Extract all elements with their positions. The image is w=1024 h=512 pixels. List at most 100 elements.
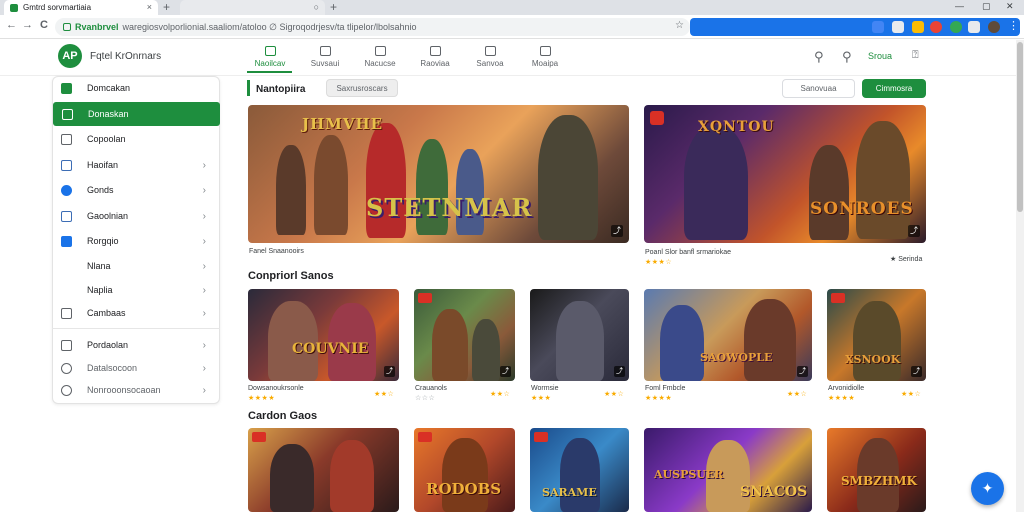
reload-icon[interactable]: C bbox=[40, 19, 48, 31]
browser-tab-2[interactable]: ○ bbox=[180, 0, 325, 15]
scrollbar-thumb[interactable] bbox=[1017, 42, 1023, 212]
game-card[interactable]: RODOBS bbox=[414, 428, 515, 512]
sidebar-item-3[interactable]: Copoolan bbox=[52, 128, 220, 150]
extension-icon-5[interactable] bbox=[950, 21, 962, 33]
character-figure bbox=[314, 135, 348, 235]
featured-banner-1[interactable]: JHMVHE STETNMAR ⤴ bbox=[248, 105, 629, 243]
character-figure bbox=[660, 305, 704, 381]
chevron-right-icon: › bbox=[202, 384, 206, 396]
tab-2[interactable]: Suvsaui bbox=[303, 46, 347, 68]
chevron-right-icon: › bbox=[202, 235, 206, 247]
share-icon[interactable]: ⤴ bbox=[500, 366, 511, 377]
profile-avatar[interactable] bbox=[988, 21, 1000, 33]
extension-icon-1[interactable] bbox=[872, 21, 884, 33]
character-figure bbox=[442, 438, 488, 512]
share-icon[interactable]: ⤴ bbox=[384, 366, 395, 377]
forward-icon[interactable]: → bbox=[22, 19, 33, 31]
help-icon[interactable]: ⍰ bbox=[912, 49, 919, 62]
app-logo[interactable]: AP bbox=[58, 44, 82, 68]
close-window-icon[interactable]: ✕ bbox=[1006, 1, 1014, 12]
sidebar-item-10[interactable]: Cambaas › bbox=[52, 302, 220, 324]
share-icon[interactable]: ⤴ bbox=[611, 225, 623, 237]
grid-icon bbox=[319, 46, 331, 56]
chevron-right-icon: › bbox=[202, 260, 206, 272]
breadcrumb-chip[interactable]: Saxrusroscars bbox=[326, 79, 398, 97]
maximize-icon[interactable]: ▢ bbox=[982, 1, 991, 12]
game-badge-icon bbox=[252, 432, 266, 442]
tab2-close-icon[interactable]: ○ bbox=[314, 2, 319, 12]
address-path: waregiosvolporlionial.saaliom/atoloo ∅ S… bbox=[122, 21, 417, 32]
character-figure bbox=[276, 145, 306, 235]
tab-6[interactable]: Moaipa bbox=[523, 46, 567, 68]
sidebar-item-12[interactable]: Datalsocoon › bbox=[52, 357, 220, 379]
address-site: Rvanbrvel bbox=[75, 22, 119, 32]
share-icon[interactable]: ⤴ bbox=[614, 366, 625, 377]
sidebar-item-4[interactable]: Haoifan › bbox=[52, 154, 220, 176]
game-card[interactable]: SMBZHMK bbox=[827, 428, 926, 512]
featured-banner-2[interactable]: XQNTOU SONROES ⤴ bbox=[644, 105, 926, 243]
share-icon[interactable]: ⤴ bbox=[797, 366, 808, 377]
search-icon-2[interactable]: ⚲ bbox=[842, 49, 852, 65]
card-rating: ★★★★ bbox=[828, 395, 856, 402]
tab-label: Naoilcav bbox=[254, 59, 286, 68]
sidebar-item-6[interactable]: Gaoolnian › bbox=[52, 205, 220, 227]
card-rating-right: ★★☆ bbox=[490, 391, 511, 398]
section-title-1: Conpriorl Sanos bbox=[248, 270, 334, 282]
sidebar-item-9[interactable]: Naplia › bbox=[52, 279, 220, 301]
bookmark-star-icon[interactable]: ☆ bbox=[675, 20, 684, 31]
bag-icon bbox=[374, 46, 386, 56]
extension-icon-4[interactable] bbox=[930, 21, 942, 33]
sidebar-item-5[interactable]: Gonds › bbox=[52, 179, 220, 201]
primary-action-button[interactable]: Cimmosra bbox=[862, 79, 926, 98]
store-icon bbox=[61, 82, 72, 94]
sidebar-item-8[interactable]: Nlana › bbox=[52, 255, 220, 277]
extension-icon-3[interactable] bbox=[912, 21, 924, 33]
new-tab-icon-2[interactable]: + bbox=[330, 0, 337, 15]
search-icon[interactable]: ⚲ bbox=[814, 49, 824, 65]
game-card[interactable]: AUSPSUER SNACOS bbox=[644, 428, 812, 512]
character-figure bbox=[330, 440, 374, 512]
game-card[interactable]: ⤴ bbox=[414, 289, 515, 381]
browser-menu-icon[interactable]: ⋮ bbox=[1008, 19, 1019, 32]
filter-button[interactable]: Sanovuaa bbox=[782, 79, 855, 98]
friends-icon bbox=[61, 184, 72, 196]
game-card[interactable]: COUVNIE ⤴ bbox=[248, 289, 399, 381]
share-icon[interactable]: ⤴ bbox=[908, 225, 920, 237]
tab-3[interactable]: Nacucse bbox=[358, 46, 402, 68]
sidebar-item-13[interactable]: Nonrooonsocaoan › bbox=[52, 379, 220, 401]
new-tab-icon[interactable]: + bbox=[163, 0, 170, 15]
banner2-logo-top: XQNTOU bbox=[698, 119, 775, 135]
sidebar-item-2-active[interactable]: Donaskan bbox=[53, 102, 220, 126]
tab-5[interactable]: Sanvoa bbox=[468, 46, 512, 68]
extension-icon-6[interactable] bbox=[968, 21, 980, 33]
card-rating: ★★★★ bbox=[645, 395, 673, 402]
extension-icon-2[interactable] bbox=[892, 21, 904, 33]
sidebar-item-label: Copoolan bbox=[87, 134, 126, 144]
game-card[interactable]: ⤴ bbox=[530, 289, 629, 381]
chart-icon bbox=[429, 46, 441, 56]
banner2-caption: Poanl Slor banfl srmariokae bbox=[645, 249, 731, 256]
app-name: Fqtel KrOnrnars bbox=[90, 51, 162, 62]
address-bar[interactable]: Rvanbrvel waregiosvolporlionial.saaliom/… bbox=[55, 18, 690, 36]
floating-action-button[interactable]: ✦ bbox=[971, 472, 1004, 505]
back-icon[interactable]: ← bbox=[6, 19, 17, 31]
tab-home[interactable]: Naoilcav bbox=[248, 46, 292, 68]
sidebar-item-7[interactable]: Rorgqio › bbox=[52, 230, 220, 252]
card-caption: Arvonidiolle bbox=[828, 385, 865, 392]
sidebar-item-1[interactable]: Domcakan bbox=[52, 77, 220, 99]
game-badge-icon bbox=[831, 293, 845, 303]
sidebar-item-label: Donaskan bbox=[88, 109, 129, 119]
game-card[interactable] bbox=[248, 428, 399, 512]
tab-4[interactable]: Raoviaa bbox=[413, 46, 457, 68]
sidebar-item-label: Domcakan bbox=[87, 83, 131, 93]
minimize-icon[interactable]: — bbox=[955, 1, 964, 11]
game-card[interactable]: SAOWOPLE ⤴ bbox=[644, 289, 812, 381]
sidebar-item-11[interactable]: Pordaolan › bbox=[52, 334, 220, 356]
tab-close-icon[interactable]: × bbox=[147, 2, 152, 12]
chevron-right-icon: › bbox=[202, 184, 206, 196]
share-icon[interactable]: ⤴ bbox=[911, 366, 922, 377]
header-link[interactable]: Sroua bbox=[868, 51, 892, 61]
game-card[interactable]: SARAME bbox=[530, 428, 629, 512]
browser-tab[interactable]: Gmtrd sorvmartiaia × bbox=[4, 0, 158, 15]
game-card[interactable]: XSNOOK ⤴ bbox=[827, 289, 926, 381]
